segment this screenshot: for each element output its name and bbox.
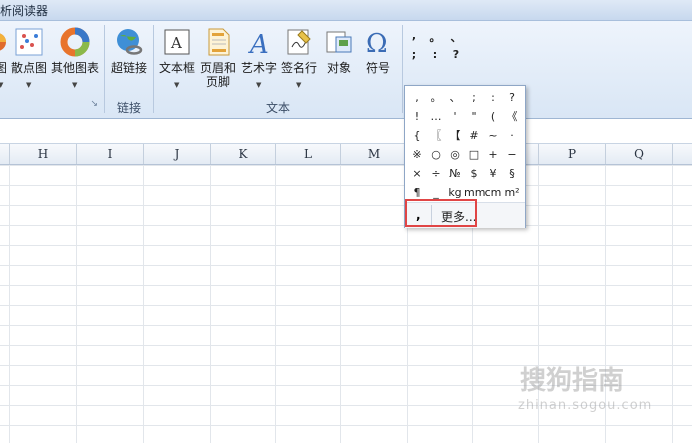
symbol-cell[interactable]: " [464,107,484,126]
symbol-preview[interactable]: 、 [448,29,464,45]
symbol-cell[interactable]: № [445,164,465,183]
symbol-cell[interactable]: 【 [445,126,465,145]
symbol-cell[interactable]: , [407,88,427,107]
grid-line [210,165,211,443]
symbol-cell[interactable]: 〖 [426,126,446,145]
symbol-cell[interactable]: ◎ [445,145,465,164]
column-header[interactable]: K [210,144,275,164]
symbol-preview[interactable]: ? [448,48,464,61]
grid-line [9,165,10,443]
symbol-cell[interactable]: □ [464,145,484,164]
column-header[interactable]: H [9,144,76,164]
symbol-cell[interactable]: ÷ [426,164,446,183]
symbol-cell[interactable]: { [407,126,427,145]
symbol-cell[interactable]: ! [407,107,427,126]
svg-text:Ω: Ω [366,29,388,57]
symbol-preview[interactable]: : [427,48,443,61]
symbol-cell[interactable]: m² [502,183,522,202]
grid-line [672,165,673,443]
wordart-icon: A [248,30,269,57]
chevron-down-icon: ▼ [296,81,302,89]
watermark: 搜狗指南 [520,366,625,396]
symbol-cell[interactable]: : [483,88,503,107]
omega-icon: Ω [366,29,388,57]
symbol-cell[interactable]: 、 [445,88,465,107]
chevron-down-icon: ▼ [72,81,78,89]
group-separator [402,25,403,113]
symbol-cell[interactable]: − [502,145,522,164]
symbol-cell[interactable]: 。 [426,88,446,107]
column-header[interactable] [672,144,692,164]
symbol-cell[interactable]: … [426,107,446,126]
symbol-cell[interactable]: · [502,126,522,145]
symbol-cell[interactable]: § [502,164,522,183]
symbol-cell[interactable]: # [464,126,484,145]
symbol-preview[interactable]: 。 [427,29,443,45]
symbol-cell[interactable]: ~ [483,126,503,145]
column-header[interactable] [0,144,9,164]
symbol-cell[interactable]: ※ [407,145,427,164]
symbol-cell[interactable]: ( [483,107,503,126]
svg-text:A: A [170,34,182,52]
chevron-down-icon: ▼ [174,81,180,89]
grid-line [76,165,77,443]
scatter-chart-icon [15,28,43,56]
column-header[interactable]: M [340,144,407,164]
globe-link-icon [117,29,143,55]
link-group-label: 链接 [116,101,141,115]
symbol-cell[interactable]: + [483,145,503,164]
svg-text:A: A [248,30,269,57]
title-bar: 析阅读器 [0,0,692,21]
header-footer-icon [208,28,230,56]
textbox-icon: A [164,29,190,55]
column-header[interactable]: J [143,144,210,164]
symbol-cell[interactable]: cm [483,183,503,202]
donut-chart-icon [60,27,90,57]
formula-bar[interactable] [0,119,692,144]
grid-line [340,165,341,443]
dialog-launcher-icon[interactable]: ↘ [90,99,98,109]
symbol-cell[interactable]: 《 [502,107,522,126]
symbol-cell[interactable]: $ [464,164,484,183]
signature-icon [287,29,311,55]
watermark-url: zhinan.sogou.com [518,398,653,413]
column-header[interactable]: I [76,144,143,164]
symbol-cell[interactable]: ○ [426,145,446,164]
column-header[interactable]: Q [605,144,672,164]
column-header[interactable]: L [275,144,340,164]
symbol-preview[interactable]: ; [406,48,422,61]
symbol-cell[interactable]: ¥ [483,164,503,183]
object-icon [326,31,352,53]
grid-line [275,165,276,443]
text-group-label: 文本 [265,101,290,115]
column-header[interactable]: P [538,144,605,164]
symbol-preview[interactable]: , [406,29,422,42]
chevron-down-icon: ▼ [26,81,32,89]
chevron-down-icon: ▼ [0,81,4,89]
ribbon: 图 ▼ 散点图 ▼ 其他图表 ▼ ↘ 超链接 链接 A 文本框 ▼ 页眉和 页脚… [0,21,692,119]
chart-group-label: ↘ [0,99,104,115]
column-header-row: H I J K L M P Q [0,144,692,165]
symbol-cell[interactable]: ? [502,88,522,107]
symbol-cell[interactable]: × [407,164,427,183]
highlight-box [405,199,477,227]
symbol-cell[interactable]: ' [445,107,465,126]
symbol-cell[interactable]: ; [464,88,484,107]
app-title: 析阅读器 [0,4,49,18]
grid-line [143,165,144,443]
chevron-down-icon: ▼ [256,81,262,89]
